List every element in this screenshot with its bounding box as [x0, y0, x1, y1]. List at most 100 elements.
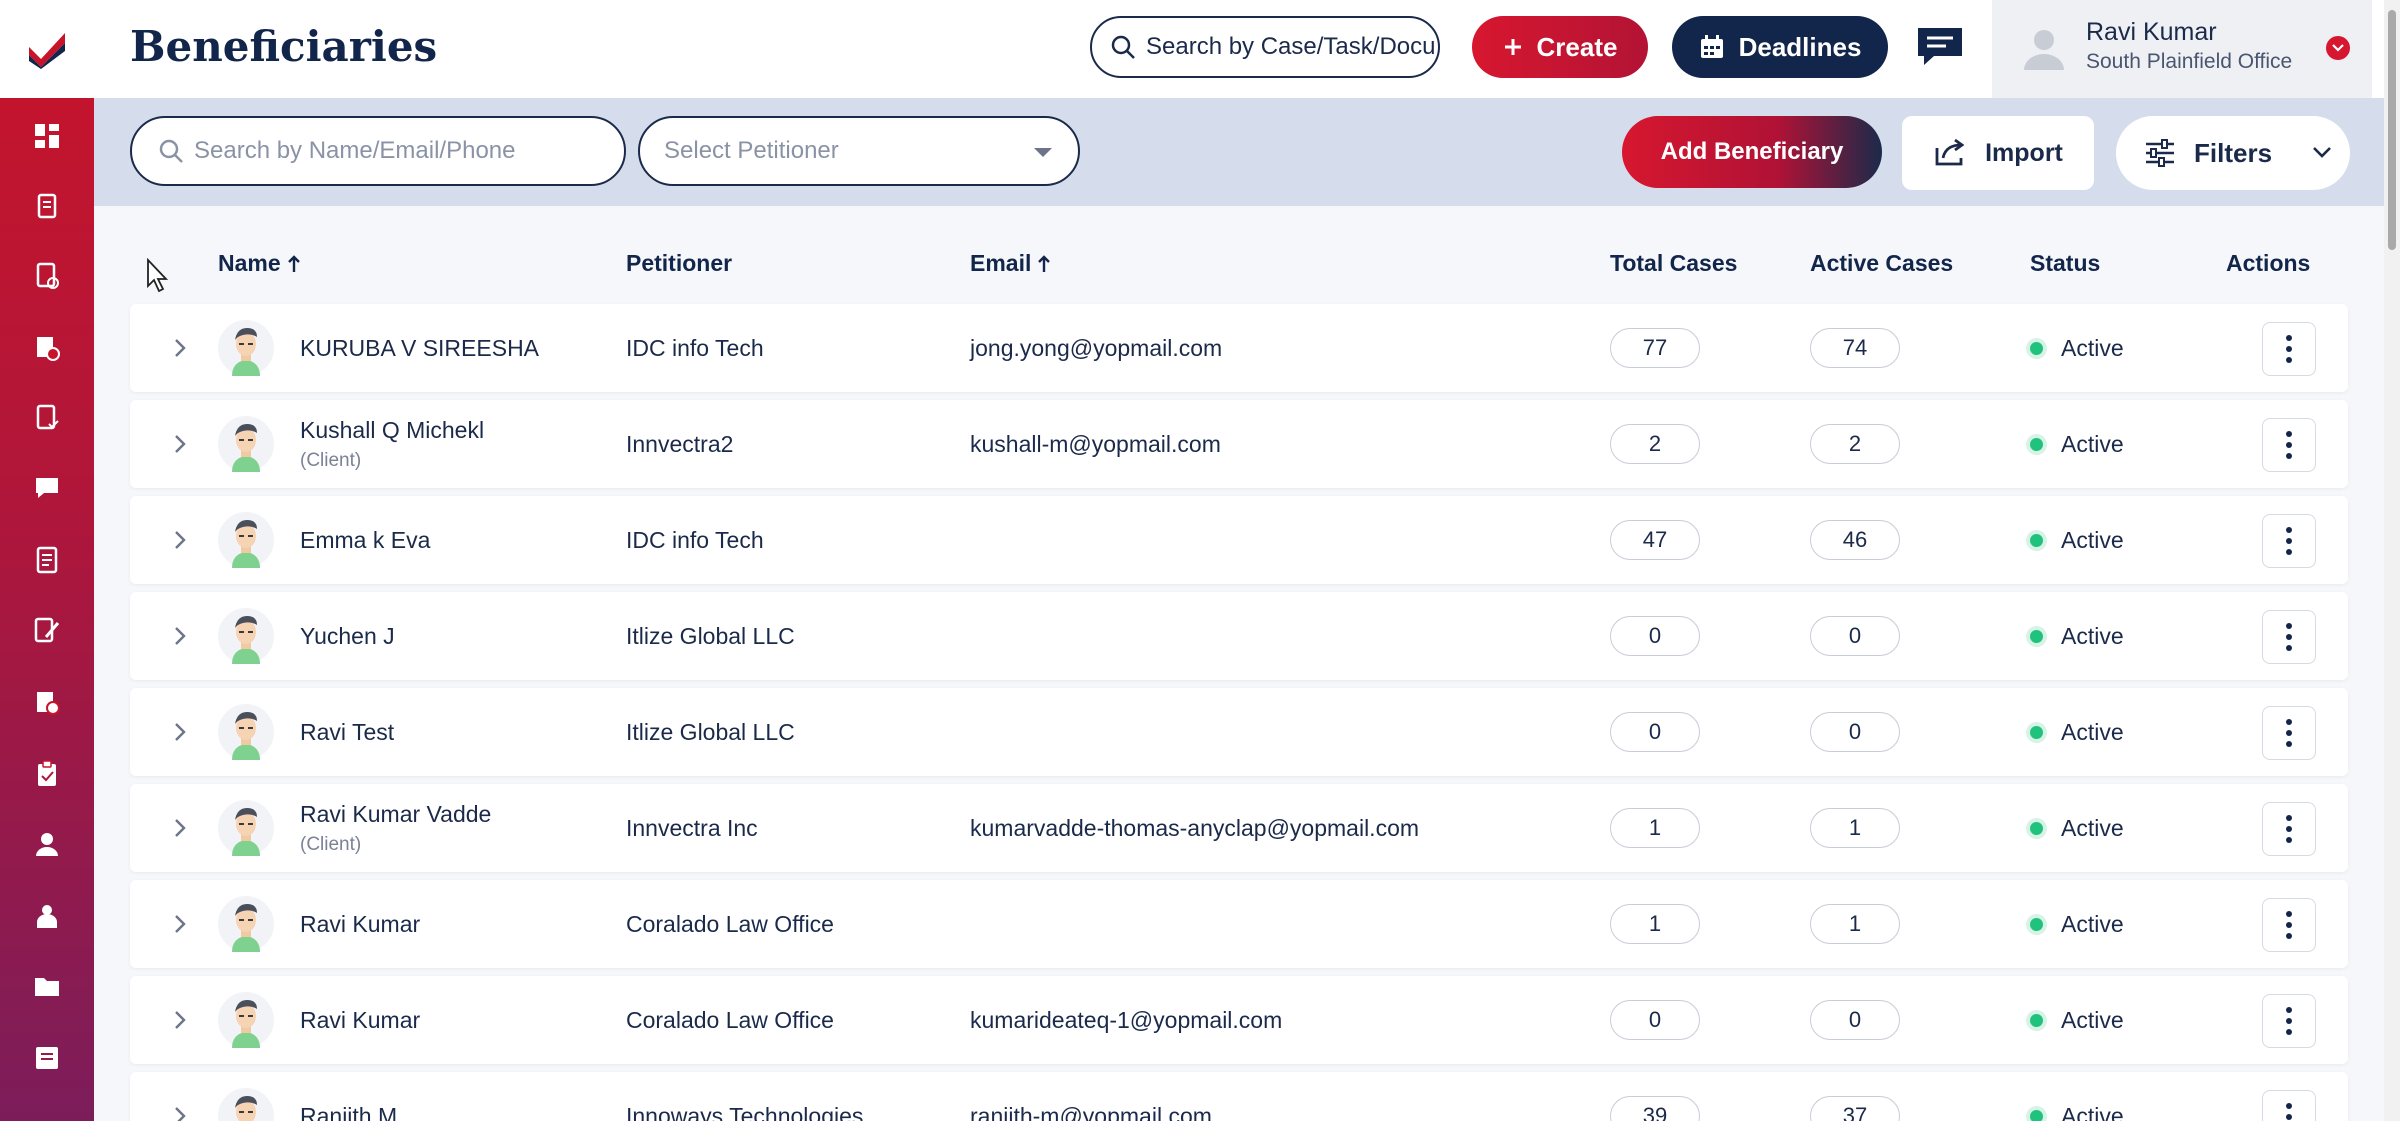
beneficiary-name[interactable]: Ranjith M	[300, 1103, 397, 1121]
app-logo[interactable]	[0, 0, 94, 98]
add-beneficiary-button[interactable]: Add Beneficiary	[1622, 116, 1882, 188]
chevron-down-icon[interactable]	[2326, 36, 2350, 60]
kebab-dot	[2286, 719, 2292, 725]
nav-billing-icon[interactable]	[0, 322, 94, 374]
column-header-active-cases[interactable]: Active Cases	[1810, 250, 1953, 277]
table-row[interactable]: Ranjith M Innoways Technologies ranjith-…	[130, 1072, 2348, 1121]
row-actions-button[interactable]	[2262, 706, 2316, 760]
status-dot-icon	[2030, 342, 2043, 355]
active-cases-badge: 1	[1810, 904, 1900, 944]
status-badge: Active	[2030, 1103, 2124, 1121]
beneficiary-name[interactable]: Emma k Eva	[300, 527, 430, 554]
search-icon	[159, 139, 183, 163]
beneficiary-name[interactable]: KURUBA V SIREESHA	[300, 335, 539, 362]
beneficiary-name[interactable]: Ravi Kumar	[300, 911, 420, 938]
column-header-email[interactable]: Email	[970, 250, 1051, 277]
table-row[interactable]: Ravi Test Itlize Global LLC 0 0 Active	[130, 688, 2348, 776]
table-header: Name Petitioner Email Total Cases Active…	[94, 236, 2384, 292]
status-badge: Active	[2030, 335, 2124, 362]
beneficiary-search-input[interactable]	[194, 137, 594, 165]
nav-messages-icon[interactable]	[0, 462, 94, 514]
nav-tasks-icon[interactable]	[0, 392, 94, 444]
row-actions-button[interactable]	[2262, 514, 2316, 568]
beneficiary-email: ranjith-m@yopmail.com	[970, 1103, 1212, 1121]
chevron-right-icon[interactable]	[168, 912, 192, 936]
row-actions-button[interactable]	[2262, 802, 2316, 856]
global-search-input[interactable]	[1146, 33, 1436, 61]
column-header-status[interactable]: Status	[2030, 250, 2100, 277]
deadlines-button[interactable]: Deadlines	[1672, 16, 1888, 78]
global-search[interactable]	[1090, 16, 1440, 78]
user-office: South Plainfield Office	[2086, 50, 2293, 73]
nav-case-file-icon[interactable]	[0, 250, 94, 302]
chevron-right-icon[interactable]	[168, 528, 192, 552]
nav-notebook-icon[interactable]	[0, 1032, 94, 1084]
table-row[interactable]: Yuchen J Itlize Global LLC 0 0 Active	[130, 592, 2348, 680]
nav-dashboard-icon[interactable]	[0, 110, 94, 162]
petitioner-name: IDC info Tech	[626, 335, 764, 361]
beneficiary-email: kumarideateq-1@yopmail.com	[970, 1007, 1283, 1033]
table-row[interactable]: Ravi Kumar Vadde (Client) Innvectra Inc …	[130, 784, 2348, 872]
chevron-right-icon[interactable]	[168, 720, 192, 744]
column-header-name[interactable]: Name	[218, 250, 301, 277]
kebab-dot	[2286, 623, 2292, 629]
chevron-right-icon[interactable]	[168, 1104, 192, 1121]
beneficiary-name[interactable]: Ravi Kumar	[300, 1007, 420, 1034]
avatar-icon	[218, 512, 274, 568]
user-menu[interactable]: Ravi Kumar South Plainfield Office	[1992, 0, 2372, 98]
active-cases-badge: 0	[1810, 712, 1900, 752]
table-row[interactable]: Kushall Q Michekl (Client) Innvectra2 ku…	[130, 400, 2348, 488]
row-actions-button[interactable]	[2262, 898, 2316, 952]
status-dot-icon	[2030, 726, 2043, 739]
nav-clipboard-icon[interactable]	[0, 748, 94, 800]
kebab-dot	[2286, 1007, 2292, 1013]
column-header-total-cases[interactable]: Total Cases	[1610, 250, 1737, 277]
petitioner-name: Innvectra Inc	[626, 815, 758, 841]
table-row[interactable]: Ravi Kumar Coralado Law Office 1 1 Activ…	[130, 880, 2348, 968]
nav-user-icon[interactable]	[0, 818, 94, 870]
column-header-petitioner[interactable]: Petitioner	[626, 250, 732, 277]
status-badge: Active	[2030, 623, 2124, 650]
row-actions-button[interactable]	[2262, 418, 2316, 472]
nav-forms-icon[interactable]	[0, 604, 94, 656]
petitioner-select[interactable]: Select Petitioner	[638, 116, 1080, 186]
scrollbar[interactable]	[2384, 0, 2400, 1121]
beneficiary-name[interactable]: Ravi Test	[300, 719, 394, 746]
table-row[interactable]: Emma k Eva IDC info Tech 47 46 Active	[130, 496, 2348, 584]
nav-notes-icon[interactable]	[0, 534, 94, 586]
row-actions-button[interactable]	[2262, 1090, 2316, 1121]
nav-folder-icon[interactable]	[0, 960, 94, 1012]
chevron-right-icon[interactable]	[168, 624, 192, 648]
column-header-actions: Actions	[2226, 250, 2311, 276]
row-actions-button[interactable]	[2262, 994, 2316, 1048]
nav-documents-icon[interactable]	[0, 180, 94, 232]
status-badge: Active	[2030, 431, 2124, 458]
filters-button[interactable]: Filters	[2116, 116, 2350, 190]
page-title: Beneficiaries	[130, 22, 438, 71]
scrollbar-thumb[interactable]	[2388, 10, 2396, 250]
client-tag: (Client)	[300, 450, 362, 471]
import-button[interactable]: Import	[1902, 116, 2094, 190]
kebab-dot	[2286, 741, 2292, 747]
nav-reports-icon[interactable]	[0, 676, 94, 728]
table-row[interactable]: Ravi Kumar Coralado Law Office kumaridea…	[130, 976, 2348, 1064]
chat-button[interactable]	[1910, 22, 1970, 72]
beneficiary-name[interactable]: Yuchen J	[300, 623, 395, 650]
chevron-right-icon[interactable]	[168, 1008, 192, 1032]
chevron-right-icon[interactable]	[168, 336, 192, 360]
chevron-right-icon[interactable]	[168, 432, 192, 456]
row-actions-button[interactable]	[2262, 322, 2316, 376]
total-cases-badge: 1	[1610, 904, 1700, 944]
user-name: Ravi Kumar	[2086, 18, 2217, 46]
beneficiary-search[interactable]	[130, 116, 626, 186]
beneficiary-name[interactable]: Ravi Kumar Vadde	[300, 801, 491, 828]
petitioner-name: Itlize Global LLC	[626, 623, 795, 649]
row-actions-button[interactable]	[2262, 610, 2316, 664]
create-button[interactable]: Create	[1472, 16, 1648, 78]
petitioner-name: Itlize Global LLC	[626, 719, 795, 745]
beneficiary-name[interactable]: Kushall Q Michekl	[300, 417, 484, 444]
chevron-right-icon[interactable]	[168, 816, 192, 840]
table-row[interactable]: KURUBA V SIREESHA IDC info Tech jong.yon…	[130, 304, 2348, 392]
nav-person-icon[interactable]	[0, 890, 94, 942]
client-tag: (Client)	[300, 834, 362, 855]
